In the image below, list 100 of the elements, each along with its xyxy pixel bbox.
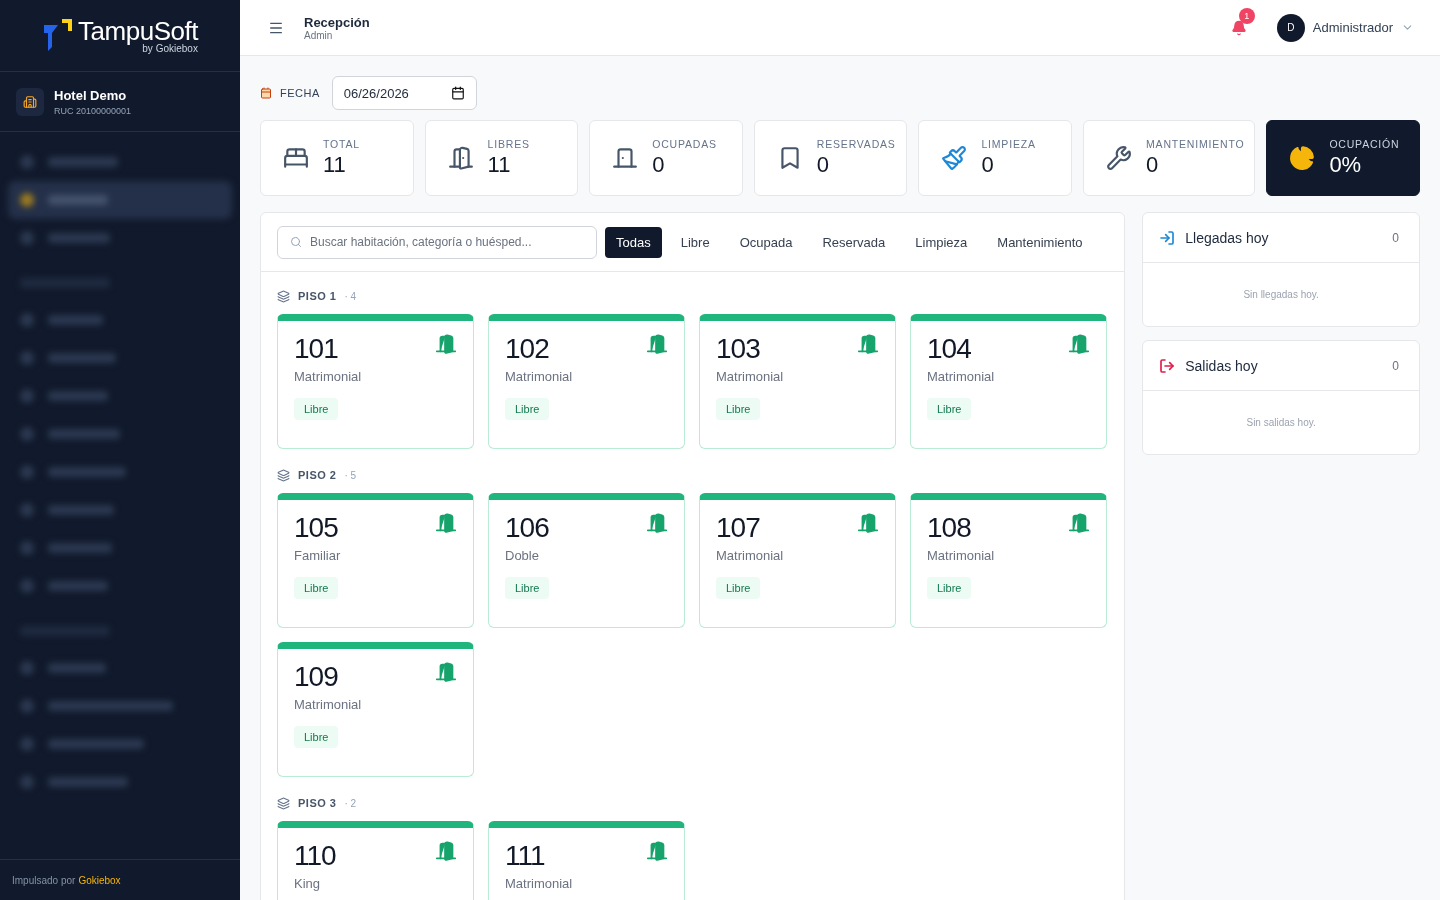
door-icon bbox=[612, 145, 639, 171]
layers-icon bbox=[277, 796, 290, 810]
filter-tab[interactable]: Ocupada bbox=[728, 226, 804, 258]
room-category: Matrimonial bbox=[294, 697, 363, 712]
filter-tab[interactable]: Libre bbox=[669, 226, 721, 258]
room-card[interactable]: 106 Doble Libre bbox=[488, 493, 685, 628]
stat-value: 0 bbox=[981, 152, 995, 178]
door-icon bbox=[435, 661, 457, 683]
status-tag: Libre bbox=[716, 398, 761, 420]
status-tag: Libre bbox=[927, 398, 972, 420]
door-icon bbox=[646, 840, 668, 862]
room-card[interactable]: 109 Matrimonial Libre bbox=[277, 642, 474, 777]
user-menu[interactable]: D Administrador bbox=[1276, 13, 1414, 42]
room-category: Familiar bbox=[294, 548, 342, 563]
status-tag: Libre bbox=[716, 577, 761, 599]
date-field[interactable]: 06/26/2026 bbox=[331, 76, 477, 110]
room-card[interactable]: 108 Matrimonial Libre bbox=[910, 493, 1107, 628]
room-number: 104 bbox=[927, 333, 971, 365]
room-category: Matrimonial bbox=[716, 548, 785, 563]
blurred-menu-item[interactable] bbox=[8, 181, 232, 219]
stat-value: 11 bbox=[487, 152, 512, 178]
pie-chart-icon bbox=[1289, 145, 1316, 171]
calendar-icon[interactable] bbox=[450, 86, 465, 100]
calendar-icon bbox=[260, 87, 272, 99]
room-category: Matrimonial bbox=[505, 876, 574, 891]
empty-message: Sin salidas hoy. bbox=[1245, 416, 1317, 430]
floor-count: · 4 bbox=[344, 290, 357, 302]
stat-value: 11 bbox=[323, 152, 347, 178]
status-tag: Libre bbox=[294, 398, 339, 420]
door-icon bbox=[646, 512, 668, 534]
logo-icon bbox=[42, 18, 75, 53]
layers-icon bbox=[277, 289, 290, 303]
tools-icon bbox=[1106, 145, 1133, 171]
room-number: 107 bbox=[716, 512, 760, 544]
stat-value: 0 bbox=[816, 152, 831, 178]
filter-tab[interactable]: Reservada bbox=[811, 226, 897, 258]
floor-name: PISO 2 bbox=[298, 469, 337, 481]
floor-count: · 5 bbox=[344, 469, 357, 481]
filter-tab[interactable]: Limpieza bbox=[904, 226, 979, 258]
stat-label: LIMPIEZA bbox=[981, 138, 1036, 150]
status-tag: Libre bbox=[505, 398, 550, 420]
search-field[interactable]: Buscar habitación, categoría o huésped... bbox=[277, 225, 597, 259]
room-card[interactable]: 110 King bbox=[277, 821, 474, 900]
room-number: 111 bbox=[505, 840, 545, 872]
sign-in-icon bbox=[1159, 229, 1176, 246]
stat-label: OCUPADAS bbox=[652, 138, 717, 150]
page-title: Recepción bbox=[304, 14, 370, 30]
door-icon bbox=[1068, 512, 1090, 534]
stat-value: 0 bbox=[652, 152, 666, 178]
empty-message: Sin llegadas hoy. bbox=[1242, 288, 1320, 302]
card-count: 0 bbox=[1392, 358, 1399, 373]
stat-label: RESERVADAS bbox=[816, 138, 896, 150]
sign-out-icon bbox=[1159, 357, 1176, 374]
room-number: 103 bbox=[716, 333, 760, 365]
room-category: Matrimonial bbox=[294, 369, 363, 384]
card-title: Llegadas hoy bbox=[1185, 229, 1270, 246]
stat-label: OCUPACIÓN bbox=[1329, 138, 1400, 150]
filter-tab[interactable]: Mantenimiento bbox=[986, 226, 1094, 258]
door-icon bbox=[435, 512, 457, 534]
logo-name: TampuSoft bbox=[78, 17, 198, 44]
room-category: Matrimonial bbox=[716, 369, 785, 384]
room-number: 109 bbox=[294, 661, 338, 693]
logo-byline: by Gokiebox bbox=[142, 42, 198, 54]
room-card[interactable]: 111 Matrimonial bbox=[488, 821, 685, 900]
bed-icon bbox=[283, 145, 309, 171]
hotel-name: Hotel Demo bbox=[54, 87, 128, 103]
date-label: FECHA bbox=[280, 87, 320, 99]
brush-icon bbox=[941, 145, 968, 171]
room-number: 108 bbox=[927, 512, 971, 544]
status-tag: Libre bbox=[505, 577, 550, 599]
layers-icon bbox=[277, 468, 290, 482]
room-card[interactable]: 102 Matrimonial Libre bbox=[488, 314, 685, 449]
page-subtitle: Admin bbox=[304, 29, 333, 41]
room-card[interactable]: 104 Matrimonial Libre bbox=[910, 314, 1107, 449]
room-category: King bbox=[294, 876, 322, 891]
room-card[interactable]: 105 Familiar Libre bbox=[277, 493, 474, 628]
room-category: Matrimonial bbox=[927, 548, 996, 563]
search-icon bbox=[290, 236, 302, 248]
room-category: Doble bbox=[505, 548, 540, 563]
room-card[interactable]: 103 Matrimonial Libre bbox=[699, 314, 896, 449]
card-title: Salidas hoy bbox=[1185, 357, 1259, 374]
door-icon bbox=[435, 333, 457, 355]
hotel-ruc: RUC 20100000001 bbox=[54, 105, 132, 116]
room-category: Matrimonial bbox=[927, 369, 996, 384]
room-number: 101 bbox=[294, 333, 338, 365]
filter-tab[interactable]: Todas bbox=[605, 226, 662, 258]
room-card[interactable]: 107 Matrimonial Libre bbox=[699, 493, 896, 628]
room-card[interactable]: 101 Matrimonial Libre bbox=[277, 314, 474, 449]
door-icon bbox=[1068, 333, 1090, 355]
status-tag: Libre bbox=[927, 577, 972, 599]
room-number: 102 bbox=[505, 333, 549, 365]
floor-name: PISO 3 bbox=[298, 797, 337, 809]
door-icon bbox=[857, 333, 879, 355]
room-number: 110 bbox=[294, 840, 336, 872]
status-tag: Libre bbox=[294, 726, 339, 748]
card-count: 0 bbox=[1392, 230, 1399, 245]
door-icon bbox=[646, 333, 668, 355]
floor-name: PISO 1 bbox=[298, 290, 337, 302]
notification-icon[interactable] bbox=[1230, 19, 1247, 36]
status-tag: Libre bbox=[294, 577, 339, 599]
